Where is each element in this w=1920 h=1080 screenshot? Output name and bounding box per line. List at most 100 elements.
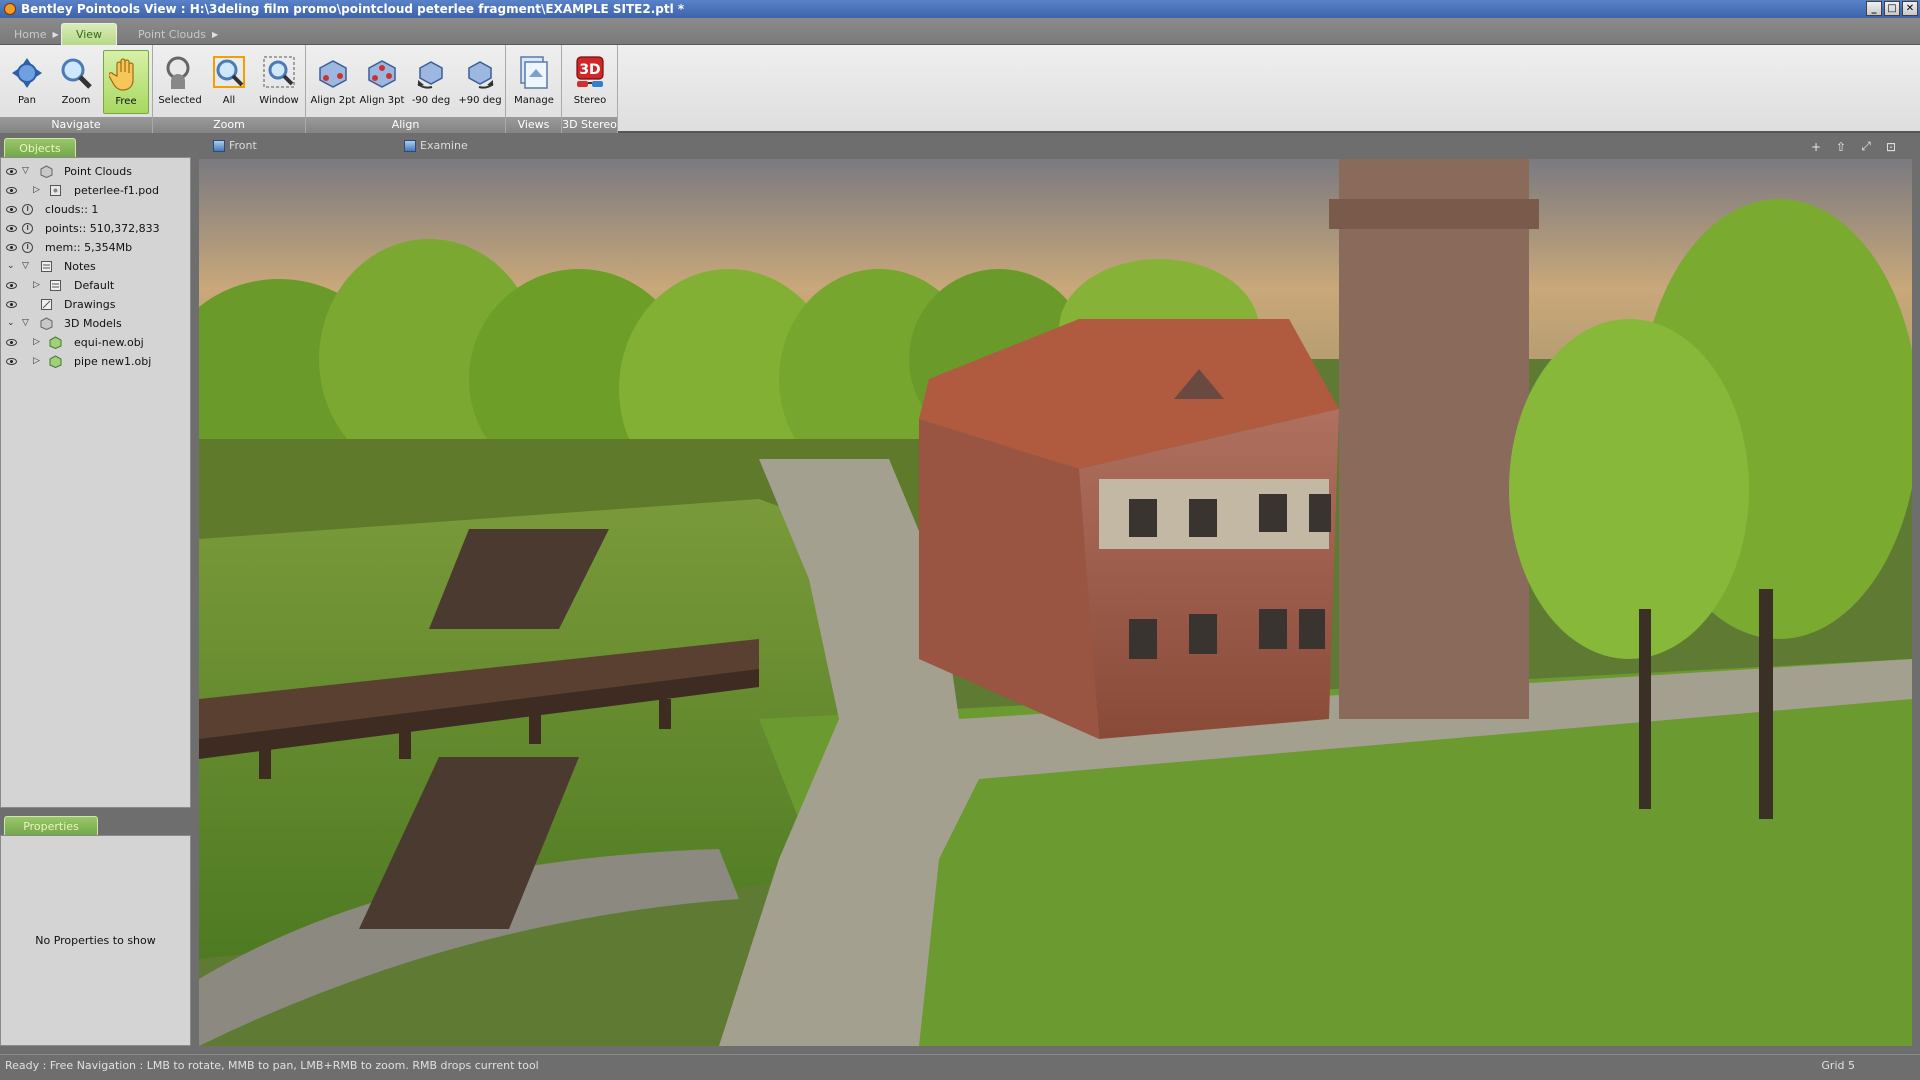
view-examine-tab[interactable]: Examine: [404, 139, 468, 152]
ribbon: Pan Zoom Free Navigate Selected All Wind…: [0, 45, 1920, 133]
expand-arrow-icon[interactable]: ▷: [33, 356, 40, 366]
model-file-icon: [49, 354, 62, 368]
examine-view-icon: [404, 139, 416, 152]
app-window: Bentley Pointools View : H:\3deling film…: [0, 0, 1920, 1080]
free-button[interactable]: Free: [103, 50, 149, 114]
tree-label: clouds:: 1: [45, 202, 99, 216]
info-icon: [21, 203, 34, 216]
visibility-eye-icon[interactable]: [6, 281, 17, 289]
pan-button[interactable]: Pan: [4, 50, 50, 114]
viewport-toolbar: Front Examine + ⇧ ⤢ ⊡: [199, 135, 1920, 159]
app-logo-icon: [4, 3, 16, 15]
collapse-arrow-icon[interactable]: ⌄: [7, 318, 15, 328]
zoom-all-icon: [211, 53, 247, 93]
align-2pt-label: Align 2pt: [310, 95, 356, 106]
zoom-window-button[interactable]: Window: [256, 50, 302, 114]
objects-tree: ▽ Point Clouds ▷ peterlee-f1.pod clouds:…: [0, 157, 191, 808]
tree-item-3d-models[interactable]: ⌄ ▽ 3D Models: [1, 314, 190, 332]
collapse-arrow-icon[interactable]: ⌄: [7, 261, 15, 271]
title-bar: Bentley Pointools View : H:\3deling film…: [0, 0, 1920, 18]
visibility-eye-icon[interactable]: [6, 338, 17, 346]
ribbon-group-zoom: Selected All Window Zoom: [153, 45, 306, 133]
visibility-eye-icon[interactable]: [6, 186, 17, 194]
tree-item-point-clouds[interactable]: ▽ Point Clouds: [1, 162, 190, 180]
align-2pt-button[interactable]: Align 2pt: [310, 50, 356, 114]
expand-arrow-icon[interactable]: ▷: [33, 280, 40, 290]
rotate-minus-90-button[interactable]: -90 deg: [408, 50, 454, 114]
info-icon: [21, 222, 34, 235]
rotate-minus-90-icon: [413, 53, 449, 93]
rotate-plus-90-button[interactable]: +90 deg: [457, 50, 503, 114]
collapse-arrow-icon[interactable]: ▽: [22, 166, 29, 176]
properties-tab-bar: Properties: [0, 813, 193, 835]
free-label: Free: [115, 96, 137, 107]
maximize-button[interactable]: □: [1884, 1, 1900, 16]
tree-item-obj-file[interactable]: ▷ equi-new.obj: [1, 333, 190, 351]
tab-objects[interactable]: Objects: [4, 138, 76, 157]
castle-tower: [1329, 159, 1539, 719]
tree-item-pod-file[interactable]: ▷ peterlee-f1.pod: [1, 181, 190, 199]
pin-view-button[interactable]: ⇧: [1833, 139, 1849, 154]
tree-item-notes[interactable]: ⌄ ▽ Notes: [1, 257, 190, 275]
3d-viewport[interactable]: [199, 159, 1912, 1046]
collapse-arrow-icon[interactable]: ▽: [22, 318, 29, 328]
manage-views-button[interactable]: Manage: [511, 50, 557, 114]
left-panel: Objects ▽ Point Clouds ▷ peterlee-f1.pod: [0, 135, 193, 1046]
stereo-label: Stereo: [573, 95, 607, 106]
camera-view-icon: [213, 139, 225, 152]
tree-label: equi-new.obj: [74, 335, 144, 349]
view-tab-label: Examine: [420, 139, 468, 152]
zoom-selected-button[interactable]: Selected: [157, 50, 203, 114]
minus-90-label: -90 deg: [411, 95, 451, 106]
group-label: 3D Stereo: [562, 117, 617, 133]
tree-label: Point Clouds: [64, 164, 132, 178]
close-view-button[interactable]: ⊡: [1883, 139, 1899, 154]
ribbon-group-navigate: Pan Zoom Free Navigate: [0, 45, 153, 133]
tab-label: Point Clouds: [138, 27, 206, 41]
tab-home[interactable]: Home ▶: [6, 23, 67, 45]
info-icon: [21, 241, 34, 254]
point-cloud-render: [199, 159, 1912, 1046]
tree-label: Drawings: [64, 297, 116, 311]
tree-label: pipe new1.obj: [74, 354, 152, 368]
ribbon-group-views: Manage Views: [506, 45, 562, 133]
view-front-tab[interactable]: Front: [213, 139, 257, 152]
visibility-eye-icon[interactable]: [6, 167, 17, 175]
visibility-eye-icon[interactable]: [6, 224, 17, 232]
maximize-view-button[interactable]: ⤢: [1858, 139, 1874, 154]
collapse-arrow-icon[interactable]: ▽: [22, 261, 29, 271]
add-view-button[interactable]: +: [1808, 139, 1824, 154]
tab-properties[interactable]: Properties: [4, 816, 98, 835]
expand-arrow-icon[interactable]: ▷: [33, 337, 40, 347]
properties-body: No Properties to show: [0, 835, 191, 1046]
tab-point-clouds[interactable]: Point Clouds ▶: [130, 23, 226, 45]
all-label: All: [222, 95, 236, 106]
tab-view[interactable]: View: [61, 23, 117, 45]
tree-item-drawings[interactable]: Drawings: [1, 295, 190, 313]
selected-label: Selected: [158, 95, 202, 106]
svg-text:3D: 3D: [579, 62, 600, 78]
visibility-eye-icon[interactable]: [6, 205, 17, 213]
tree-item-default-notes[interactable]: ▷ Default: [1, 276, 190, 294]
plus-90-label: +90 deg: [458, 95, 502, 106]
visibility-eye-icon[interactable]: [6, 357, 17, 365]
stereo-button[interactable]: 3D Stereo: [567, 50, 613, 114]
visibility-eye-icon[interactable]: [6, 243, 17, 251]
window-title: Bentley Pointools View : H:\3deling film…: [21, 2, 685, 16]
objects-tab-bar: Objects: [0, 135, 193, 157]
manage-views-icon: [516, 53, 552, 93]
zoom-all-button[interactable]: All: [206, 50, 252, 114]
stereo-3d-icon: 3D: [572, 53, 608, 93]
tree-item-obj-file[interactable]: ▷ pipe new1.obj: [1, 352, 190, 370]
point-cloud-folder-icon: [40, 164, 53, 178]
visibility-eye-icon[interactable]: [6, 300, 17, 308]
pan-icon: [9, 53, 45, 93]
ribbon-tab-bar: Home ▶ View Point Clouds ▶: [0, 18, 1920, 45]
hand-icon: [108, 54, 144, 94]
close-button[interactable]: ✕: [1902, 1, 1918, 16]
minimize-button[interactable]: _: [1866, 1, 1882, 16]
zoom-button[interactable]: Zoom: [53, 50, 99, 114]
group-label: Views: [506, 117, 561, 133]
align-3pt-button[interactable]: Align 3pt: [359, 50, 405, 114]
expand-arrow-icon[interactable]: ▷: [33, 185, 40, 195]
